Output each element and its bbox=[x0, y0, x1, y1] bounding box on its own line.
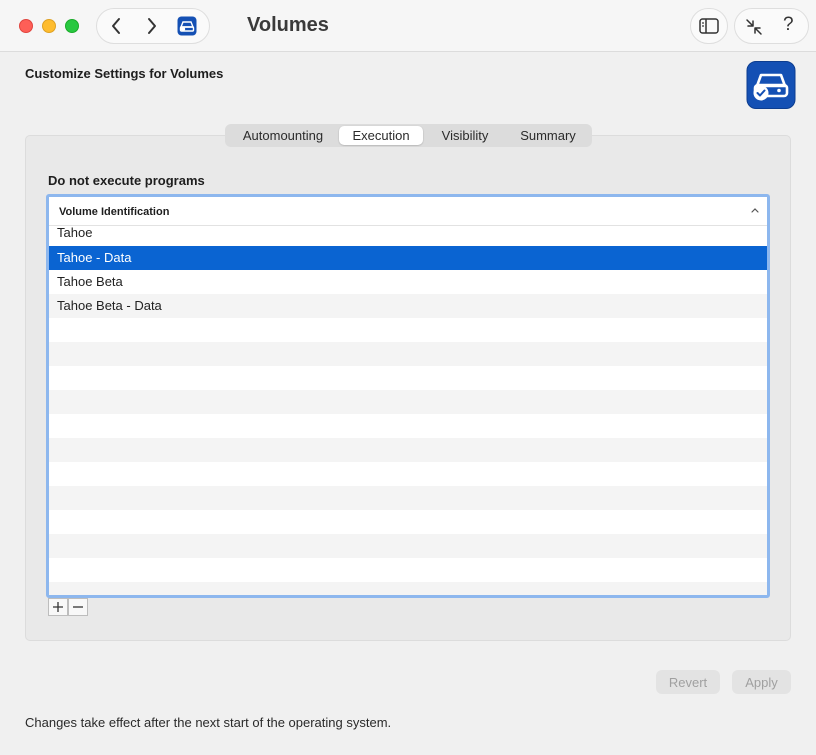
forward-button[interactable] bbox=[135, 9, 169, 43]
close-window-button[interactable] bbox=[19, 19, 33, 33]
table-row[interactable]: Tahoe Beta bbox=[49, 270, 767, 294]
remove-volume-button[interactable] bbox=[68, 598, 88, 616]
collapse-arrows-icon[interactable] bbox=[745, 18, 763, 36]
help-button[interactable]: ? bbox=[783, 14, 794, 36]
footer-note: Changes take effect after the next start… bbox=[25, 715, 392, 730]
table-row[interactable]: Tahoe Beta - Data bbox=[49, 294, 767, 318]
titlebar: Volumes ? bbox=[0, 0, 816, 52]
tab-visibility[interactable]: Visibility bbox=[423, 126, 507, 145]
apply-button[interactable]: Apply bbox=[732, 670, 791, 694]
volumes-app-small-icon[interactable] bbox=[177, 16, 197, 36]
navigation-group bbox=[96, 8, 210, 44]
revert-button[interactable]: Revert bbox=[656, 670, 720, 694]
page-heading: Customize Settings for Volumes bbox=[25, 66, 224, 81]
plus-icon bbox=[53, 602, 63, 612]
empty-row bbox=[49, 318, 767, 342]
table-rows: Tahoe Tahoe - Data Tahoe Beta Tahoe Beta… bbox=[49, 226, 767, 595]
empty-row bbox=[49, 390, 767, 414]
table-row[interactable]: Tahoe - Data bbox=[49, 246, 767, 270]
empty-row bbox=[49, 414, 767, 438]
sidebar-icon bbox=[699, 18, 719, 34]
minus-icon bbox=[73, 606, 83, 608]
empty-row bbox=[49, 462, 767, 486]
minimize-window-button[interactable] bbox=[42, 19, 56, 33]
toolbar-group: ? bbox=[734, 8, 809, 44]
table-row[interactable]: Tahoe bbox=[49, 226, 767, 246]
column-header-volume-identification[interactable]: Volume Identification bbox=[59, 206, 169, 218]
section-label: Do not execute programs bbox=[48, 173, 205, 188]
zoom-window-button[interactable] bbox=[65, 19, 79, 33]
empty-row bbox=[49, 342, 767, 366]
empty-row bbox=[49, 510, 767, 534]
tab-summary[interactable]: Summary bbox=[507, 126, 589, 145]
empty-row bbox=[49, 486, 767, 510]
empty-row bbox=[49, 534, 767, 558]
volume-table[interactable]: Volume Identification Tahoe Tahoe - Data… bbox=[46, 194, 770, 598]
empty-row bbox=[49, 438, 767, 462]
back-button[interactable] bbox=[99, 9, 133, 43]
tab-execution[interactable]: Execution bbox=[339, 126, 423, 145]
chevron-right-icon bbox=[148, 18, 156, 34]
volumes-window: Volumes ? Customize Settings for Volumes bbox=[0, 0, 816, 755]
chevron-left-icon bbox=[112, 18, 120, 34]
toggle-sidebar-button[interactable] bbox=[690, 8, 728, 44]
table-header[interactable]: Volume Identification bbox=[49, 197, 767, 226]
chevron-up-icon bbox=[751, 208, 759, 213]
add-volume-button[interactable] bbox=[48, 598, 68, 616]
empty-row bbox=[49, 558, 767, 582]
tab-automounting[interactable]: Automounting bbox=[227, 126, 339, 145]
empty-row bbox=[49, 582, 767, 595]
tab-bar: Automounting Execution Visibility Summar… bbox=[225, 124, 592, 147]
volumes-app-icon bbox=[746, 61, 796, 109]
window-title: Volumes bbox=[247, 14, 329, 36]
empty-row bbox=[49, 366, 767, 390]
